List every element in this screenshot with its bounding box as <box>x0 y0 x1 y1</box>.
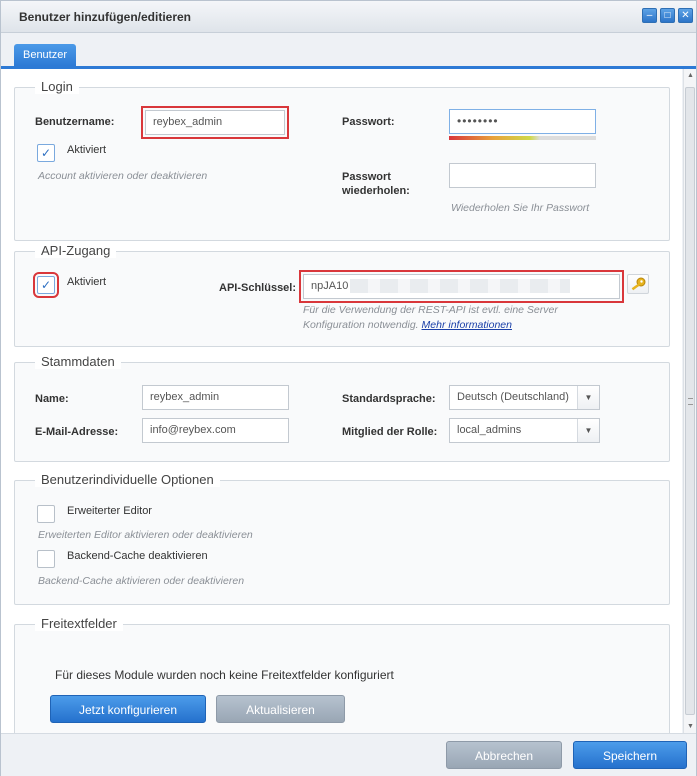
password-repeat-input[interactable] <box>449 163 596 188</box>
dialog-window: Benutzer hinzufügen/editieren – □ ✕ Benu… <box>0 0 697 776</box>
options-legend: Benutzerindividuelle Optionen <box>35 472 220 487</box>
generate-key-button[interactable] <box>627 274 649 294</box>
login-legend: Login <box>35 79 79 94</box>
login-fieldset: Login Benutzername: reybex_admin ✓ Aktiv… <box>14 79 670 241</box>
more-info-link[interactable]: Mehr informationen <box>422 319 512 331</box>
password-input[interactable]: •••••••• <box>449 109 596 134</box>
email-input[interactable]: info@reybex.com <box>142 418 289 443</box>
name-input[interactable]: reybex_admin <box>142 385 289 410</box>
configure-button[interactable]: Jetzt konfigurieren <box>50 695 206 723</box>
api-key-redacted <box>350 279 571 294</box>
refresh-button[interactable]: Aktualisieren <box>216 695 345 723</box>
minimize-icon[interactable]: – <box>642 8 657 23</box>
freitext-message: Für dieses Module wurden noch keine Frei… <box>55 668 394 682</box>
api-fieldset: API-Zugang ✓ Aktiviert API-Schlüssel: np… <box>14 243 670 347</box>
title-bar[interactable]: Benutzer hinzufügen/editieren – □ ✕ <box>1 1 696 33</box>
language-label: Standardsprache: <box>342 393 436 405</box>
chevron-down-icon[interactable]: ▼ <box>577 419 599 442</box>
language-value: Deutsch (Deutschland) <box>457 391 569 403</box>
api-active-label: Aktiviert <box>67 276 107 288</box>
api-key-label: API-Schlüssel: <box>219 282 297 294</box>
role-value: local_admins <box>457 424 522 436</box>
email-label: E-Mail-Adresse: <box>35 426 119 438</box>
advanced-editor-hint: Erweiterten Editor aktivieren oder deakt… <box>38 529 253 541</box>
form-content: Login Benutzername: reybex_admin ✓ Aktiv… <box>1 69 682 733</box>
grip-icon <box>688 398 693 405</box>
password-repeat-label: Passwort wiederholen: <box>342 170 410 198</box>
role-select[interactable]: local_admins ▼ <box>449 418 600 443</box>
login-active-label: Aktiviert <box>67 144 107 156</box>
cancel-button[interactable]: Abbrechen <box>446 741 562 769</box>
freitext-fieldset: Freitextfelder Für dieses Module wurden … <box>14 616 670 733</box>
api-hint-line2: Konfiguration notwendig. Mehr informatio… <box>303 319 512 331</box>
tab-bar: Benutzer <box>1 33 696 69</box>
close-icon[interactable]: ✕ <box>678 8 693 23</box>
password-repeat-label-line2: wiederholen: <box>342 185 410 197</box>
window-title: Benutzer hinzufügen/editieren <box>19 10 192 24</box>
freitext-legend: Freitextfelder <box>35 616 123 631</box>
advanced-editor-checkbox[interactable] <box>37 505 55 523</box>
password-strength-bar <box>449 136 596 140</box>
check-icon: ✓ <box>41 278 52 292</box>
key-icon <box>631 277 646 291</box>
vertical-scrollbar[interactable]: ▲ ▼ <box>683 69 696 733</box>
backend-cache-label: Backend-Cache deaktivieren <box>67 550 208 562</box>
backend-cache-checkbox[interactable] <box>37 550 55 568</box>
login-active-hint: Account aktivieren oder deaktivieren <box>38 170 208 182</box>
save-button[interactable]: Speichern <box>573 741 687 769</box>
api-hint-line1: Für die Verwendung der REST-API ist evtl… <box>303 304 558 316</box>
username-input[interactable]: reybex_admin <box>141 106 289 139</box>
api-hint-text: Konfiguration notwendig. <box>303 319 419 331</box>
login-active-checkbox[interactable]: ✓ <box>37 144 55 162</box>
api-key-input[interactable]: npJA10 <box>299 270 624 303</box>
role-label: Mitglied der Rolle: <box>342 426 438 438</box>
password-label: Passwort: <box>342 116 395 128</box>
stammdaten-legend: Stammdaten <box>35 354 121 369</box>
maximize-icon[interactable]: □ <box>660 8 675 23</box>
scrollbar-thumb[interactable] <box>685 87 695 715</box>
name-label: Name: <box>35 393 69 405</box>
api-legend: API-Zugang <box>35 243 117 258</box>
stammdaten-fieldset: Stammdaten Name: reybex_admin E-Mail-Adr… <box>14 354 670 462</box>
username-label: Benutzername: <box>35 116 115 128</box>
chevron-down-icon[interactable]: ▼ <box>577 386 599 409</box>
options-fieldset: Benutzerindividuelle Optionen Erweiterte… <box>14 472 670 605</box>
dialog-footer: Abbrechen Speichern <box>1 733 696 776</box>
language-select[interactable]: Deutsch (Deutschland) ▼ <box>449 385 600 410</box>
check-icon: ✓ <box>41 146 52 160</box>
scroll-down-icon[interactable]: ▼ <box>686 722 695 731</box>
advanced-editor-label: Erweiterter Editor <box>67 505 152 517</box>
tab-benutzer[interactable]: Benutzer <box>14 44 76 66</box>
scroll-up-icon[interactable]: ▲ <box>686 71 695 80</box>
api-key-value: npJA10 <box>311 280 349 292</box>
backend-cache-hint: Backend-Cache aktivieren oder deaktivier… <box>38 575 245 587</box>
password-repeat-label-line1: Passwort <box>342 171 391 183</box>
api-active-checkbox[interactable]: ✓ <box>33 272 59 298</box>
password-repeat-hint: Wiederholen Sie Ihr Passwort <box>451 202 590 214</box>
